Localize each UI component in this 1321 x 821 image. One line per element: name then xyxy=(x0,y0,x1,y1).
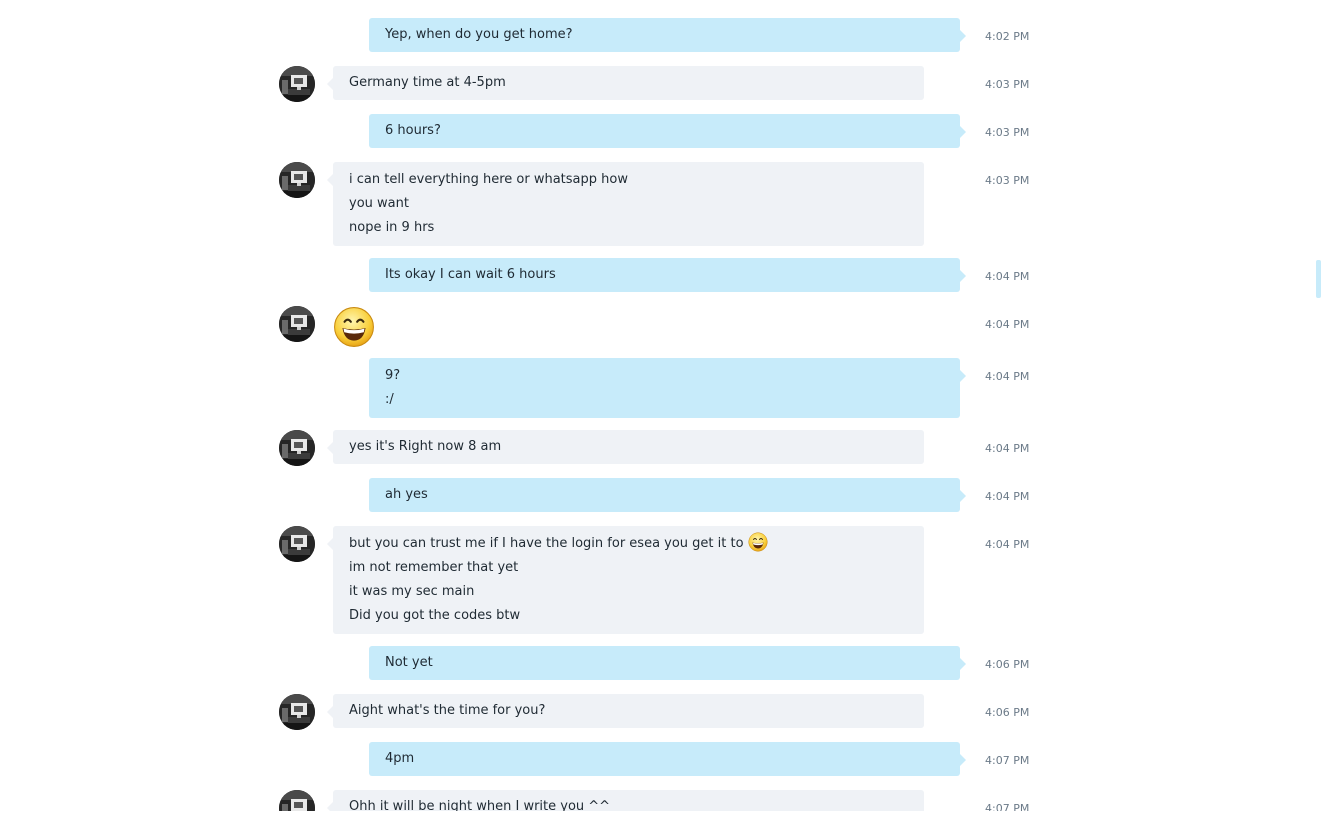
grinning-emoji-icon xyxy=(333,306,375,348)
message-text: im not remember that yet xyxy=(349,560,519,575)
scrollbar-thumb[interactable] xyxy=(1316,260,1321,298)
incoming-message-bubble[interactable]: i can tell everything here or whatsapp h… xyxy=(327,162,924,246)
grinning-emoji-icon xyxy=(748,532,768,552)
message-timestamp: 4:03 PM xyxy=(985,78,1030,91)
contact-avatar[interactable] xyxy=(279,694,315,730)
incoming-emoji-message[interactable] xyxy=(333,306,393,348)
message-timestamp: 4:04 PM xyxy=(985,270,1030,283)
message-text: i can tell everything here or whatsapp h… xyxy=(349,172,628,187)
message-text: Germany time at 4-5pm xyxy=(349,75,506,90)
message-line: but you can trust me if I have the login… xyxy=(349,532,908,556)
message-text: yes it's Right now 8 am xyxy=(349,439,502,454)
message-timestamp: 4:07 PM xyxy=(985,754,1030,767)
outgoing-message-bubble[interactable]: Not yet xyxy=(369,646,966,680)
incoming-message-bubble[interactable]: but you can trust me if I have the login… xyxy=(327,526,924,634)
outgoing-message-bubble[interactable]: Its okay I can wait 6 hours xyxy=(369,258,966,292)
message-text: but you can trust me if I have the login… xyxy=(349,536,744,551)
message-text: 6 hours? xyxy=(385,123,441,138)
message-text: :/ xyxy=(385,392,394,407)
message-timestamp: 4:04 PM xyxy=(985,370,1030,383)
contact-avatar[interactable] xyxy=(279,790,315,811)
outgoing-message-bubble[interactable]: 9? :/ xyxy=(369,358,966,418)
message-text: 4pm xyxy=(385,751,415,766)
message-timestamp: 4:06 PM xyxy=(985,658,1030,671)
incoming-message-bubble[interactable]: Aight what's the time for you? xyxy=(327,694,924,728)
message-text: Aight what's the time for you? xyxy=(349,703,546,718)
message-text: Ohh it will be night when I write you ^^ xyxy=(349,799,611,811)
message-timestamp: 4:03 PM xyxy=(985,126,1030,139)
message-timestamp: 4:02 PM xyxy=(985,30,1030,43)
incoming-message-bubble[interactable]: Ohh it will be night when I write you ^^ xyxy=(327,790,924,811)
outgoing-message-bubble[interactable]: Yep, when do you get home? xyxy=(369,18,966,52)
message-text: 9? xyxy=(385,368,401,383)
message-text: it was my sec main xyxy=(349,584,475,599)
outgoing-message-bubble[interactable]: ah yes xyxy=(369,478,966,512)
message-timestamp: 4:04 PM xyxy=(985,442,1030,455)
contact-avatar[interactable] xyxy=(279,162,315,198)
contact-avatar[interactable] xyxy=(279,430,315,466)
message-text: ah yes xyxy=(385,487,428,502)
message-timestamp: 4:03 PM xyxy=(985,174,1030,187)
message-text: you want xyxy=(349,196,409,211)
message-text: Its okay I can wait 6 hours xyxy=(385,267,556,282)
outgoing-message-bubble[interactable]: 4pm xyxy=(369,742,966,776)
message-timestamp: 4:06 PM xyxy=(985,706,1030,719)
message-text: Not yet xyxy=(385,655,433,670)
contact-avatar[interactable] xyxy=(279,306,315,342)
message-timestamp: 4:04 PM xyxy=(985,538,1030,551)
incoming-message-bubble[interactable]: yes it's Right now 8 am xyxy=(327,430,924,464)
message-text: nope in 9 hrs xyxy=(349,220,435,235)
message-timestamp: 4:04 PM xyxy=(985,490,1030,503)
message-text: Yep, when do you get home? xyxy=(385,27,573,42)
message-timestamp: 4:04 PM xyxy=(985,318,1030,331)
message-text: Did you got the codes btw xyxy=(349,608,521,623)
contact-avatar[interactable] xyxy=(279,66,315,102)
message-timestamp: 4:07 PM xyxy=(985,802,1030,811)
contact-avatar[interactable] xyxy=(279,526,315,562)
chat-message-list: Yep, when do you get home? 4:02 PM Germa… xyxy=(0,0,1321,811)
incoming-message-bubble[interactable]: Germany time at 4-5pm xyxy=(327,66,924,100)
outgoing-message-bubble[interactable]: 6 hours? xyxy=(369,114,966,148)
